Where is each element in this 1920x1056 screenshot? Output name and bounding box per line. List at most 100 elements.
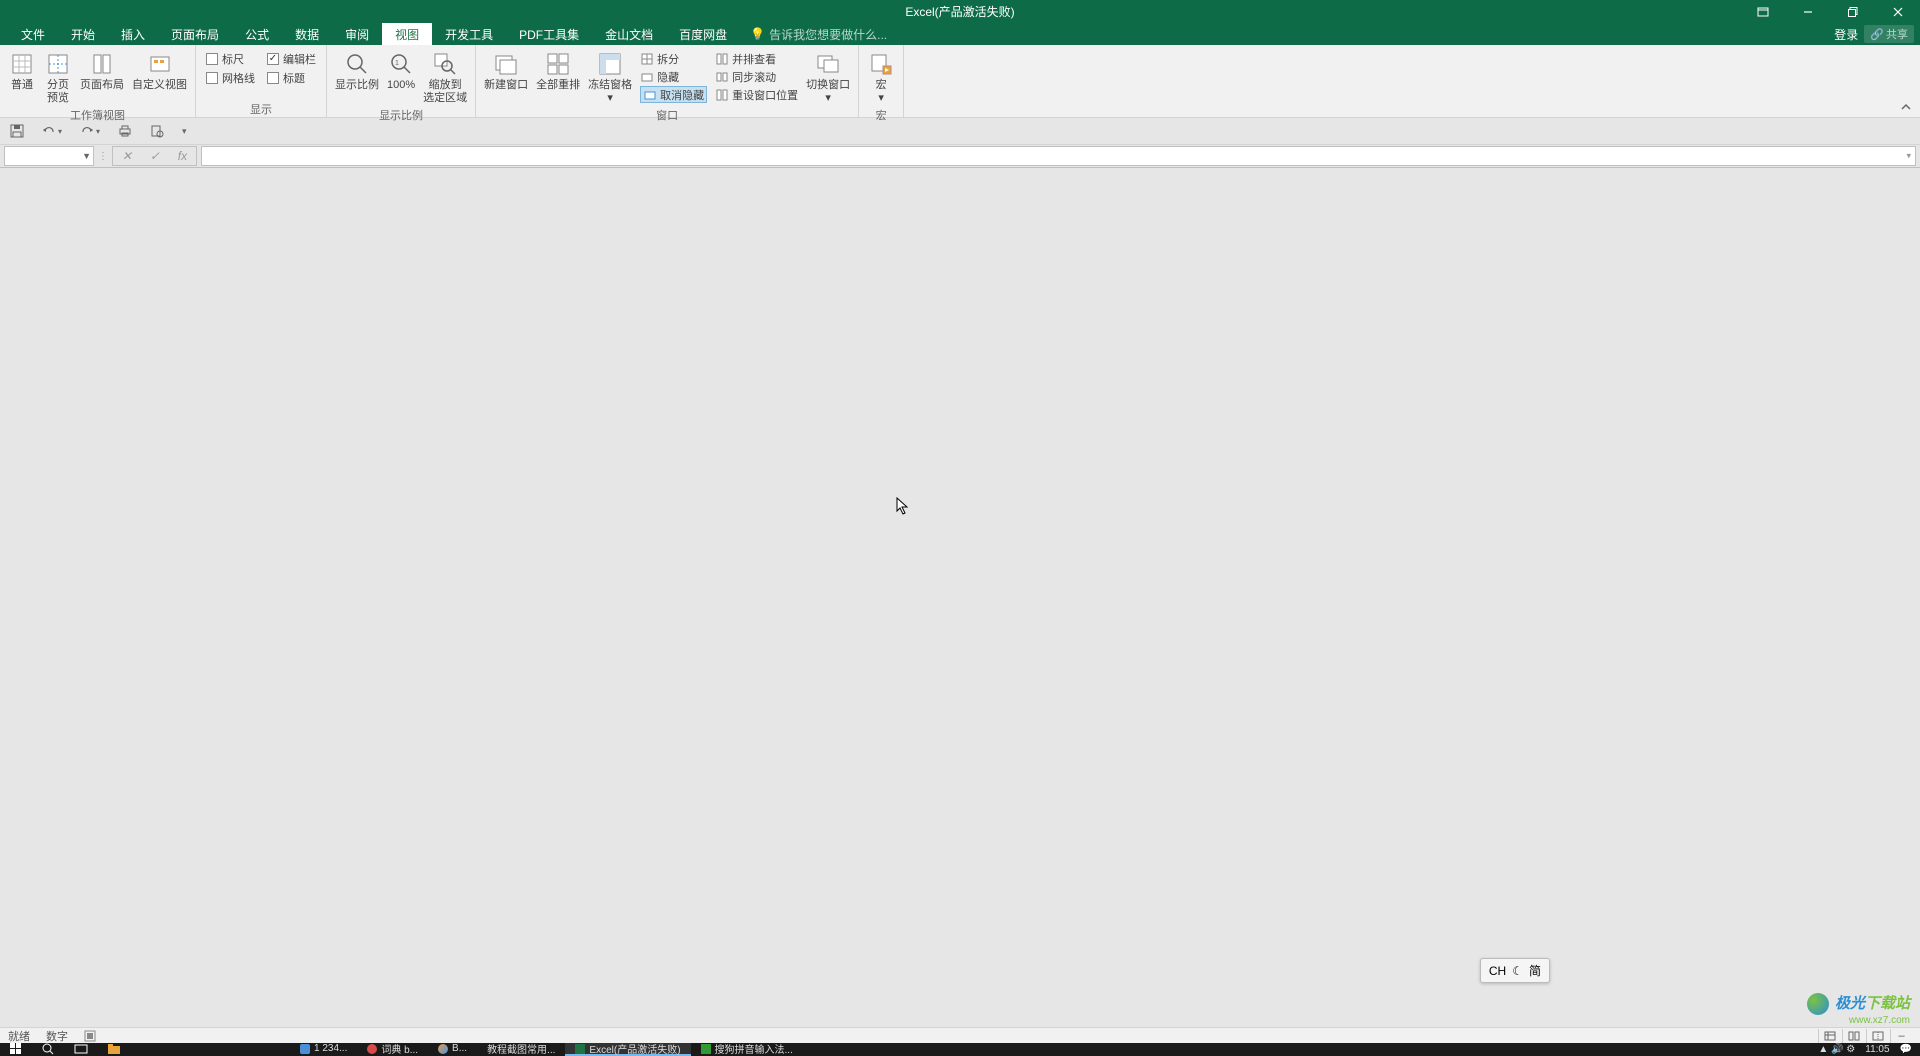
btn-zoom-selection[interactable]: 缩放到 选定区域: [419, 48, 471, 107]
close-button[interactable]: [1875, 0, 1920, 23]
zoom-icon: [343, 50, 371, 78]
zoomsel-icon: [431, 50, 459, 78]
btn-pagelayout-view[interactable]: 页面布局: [76, 48, 128, 94]
quickprint-button[interactable]: [118, 124, 132, 138]
tab-review[interactable]: 审阅: [332, 23, 382, 45]
tab-developer[interactable]: 开发工具: [432, 23, 506, 45]
tell-me[interactable]: 💡 告诉我您想要做什么...: [740, 23, 887, 45]
macro-icon: [867, 50, 895, 78]
tab-jinshan[interactable]: 金山文档: [592, 23, 666, 45]
btn-arrange-all[interactable]: 全部重排: [532, 48, 584, 94]
chk-gridlines[interactable]: 网格线: [206, 70, 255, 86]
customize-qat[interactable]: ▾: [182, 126, 187, 137]
task-excel-label: Excel(产品激活失败): [589, 1043, 680, 1056]
chevron-down-icon: ▾: [96, 127, 100, 136]
name-box[interactable]: ▼: [4, 146, 94, 166]
btn-hide[interactable]: 隐藏: [640, 68, 707, 85]
checkbox-checked-icon: [267, 53, 279, 65]
btn-zoom-100[interactable]: 1 100%: [383, 48, 419, 94]
customview-icon: [146, 50, 174, 78]
btn-zoom[interactable]: 显示比例: [331, 48, 383, 94]
macro-record-icon[interactable]: [84, 1030, 96, 1042]
share-button[interactable]: 🔗 共享: [1864, 25, 1914, 43]
tab-view[interactable]: 视图: [382, 23, 432, 45]
tab-pdftools[interactable]: PDF工具集: [506, 23, 592, 45]
notifications-button[interactable]: 💬: [1900, 1044, 1912, 1055]
tray-icons[interactable]: ▲ 🔊 ⚙: [1818, 1044, 1855, 1055]
task-app2[interactable]: 词典 b...: [357, 1043, 428, 1056]
freeze-icon: [596, 50, 624, 78]
chk-ruler[interactable]: 标尺: [206, 51, 255, 67]
undo-button[interactable]: ▾: [42, 124, 62, 138]
task-app6[interactable]: 搜狗拼音输入法...: [691, 1043, 803, 1056]
btn-normal-view[interactable]: 普通: [4, 48, 40, 94]
checkbox-icon: [206, 53, 218, 65]
window-controls: [1740, 0, 1920, 23]
ribbon: 普通 分页 预览 页面布局 自定义视图 工作簿视图 标尺 网格线: [0, 45, 1920, 118]
chk-headings[interactable]: 标题: [267, 70, 316, 86]
start-button[interactable]: [0, 1043, 32, 1056]
restore-button[interactable]: [1830, 0, 1875, 23]
chk-formulabar[interactable]: 编辑栏: [267, 51, 316, 67]
tab-baidu[interactable]: 百度网盘: [666, 23, 740, 45]
login-link[interactable]: 登录: [1834, 26, 1858, 43]
btn-sidebyside[interactable]: 并排查看: [715, 50, 798, 67]
minimize-button[interactable]: [1785, 0, 1830, 23]
group-show: 标尺 网格线 编辑栏 标题 显示: [196, 45, 327, 117]
freeze-label: 冻结窗格: [588, 79, 632, 92]
btn-switch-window[interactable]: 切换窗口 ▾: [802, 48, 854, 107]
btn-custom-view[interactable]: 自定义视图: [128, 48, 191, 94]
ruler-label: 标尺: [222, 51, 244, 67]
explorer-button[interactable]: [98, 1043, 130, 1056]
view-pagelayout-button[interactable]: [1842, 1029, 1864, 1043]
cancel-formula-button[interactable]: ✕: [118, 149, 136, 163]
tab-data[interactable]: 数据: [282, 23, 332, 45]
taskbar: 1 234... 词典 b... B... 教程截图常用... Excel(产品…: [0, 1043, 1920, 1056]
collapse-ribbon[interactable]: [1900, 101, 1912, 113]
redo-button[interactable]: ▾: [80, 124, 100, 138]
title-bar: Excel(产品激活失败): [0, 0, 1920, 23]
save-button[interactable]: [10, 124, 24, 138]
task-excel[interactable]: Excel(产品激活失败): [565, 1043, 690, 1056]
ribbon-display-options[interactable]: [1740, 0, 1785, 23]
taskview-button[interactable]: [64, 1043, 98, 1056]
tab-pagelayout[interactable]: 页面布局: [158, 23, 232, 45]
task-app3[interactable]: B...: [428, 1043, 477, 1056]
btn-syncscroll[interactable]: 同步滚动: [715, 68, 798, 85]
ime-lang: CH: [1489, 964, 1506, 978]
chevron-down-icon: ▼: [82, 151, 91, 161]
expand-formulabar-icon[interactable]: ▾: [1906, 151, 1911, 162]
btn-macro[interactable]: 宏 ▾: [863, 48, 899, 107]
share-icon: 🔗: [1870, 28, 1884, 41]
pagebreak-l1: 分页: [47, 79, 69, 92]
view-normal-button[interactable]: [1818, 1029, 1840, 1043]
btn-freeze-panes[interactable]: 冻结窗格 ▾: [584, 48, 636, 107]
btn-pagebreak-preview[interactable]: 分页 预览: [40, 48, 76, 107]
view-pagebreak-button[interactable]: [1866, 1029, 1888, 1043]
tab-insert[interactable]: 插入: [108, 23, 158, 45]
lightbulb-icon: 💡: [750, 27, 765, 41]
accept-formula-button[interactable]: ✓: [146, 149, 164, 163]
btn-new-window[interactable]: 新建窗口: [480, 48, 532, 94]
task-app4[interactable]: 教程截图常用...: [477, 1043, 565, 1056]
tab-home[interactable]: 开始: [58, 23, 108, 45]
worksheet-area: [0, 168, 1920, 1027]
zoom-out-button[interactable]: –: [1890, 1029, 1912, 1043]
btn-split[interactable]: 拆分: [640, 50, 707, 67]
printpreview-button[interactable]: [150, 124, 164, 138]
normal-view-icon: [8, 50, 36, 78]
tab-file[interactable]: 文件: [8, 23, 58, 45]
chevron-down-icon: ▾: [878, 92, 884, 105]
search-button[interactable]: [32, 1043, 64, 1056]
wm-text-a: 极光: [1835, 995, 1865, 1012]
ime-indicator[interactable]: CH ☾ 简: [1480, 958, 1550, 983]
insert-function-button[interactable]: fx: [174, 149, 191, 163]
task-app1[interactable]: 1 234...: [290, 1043, 357, 1056]
wm-text-b: 下载站: [1865, 995, 1910, 1012]
ime-mode: 简: [1529, 962, 1541, 979]
zoomsel-l2: 选定区域: [423, 92, 467, 105]
tab-formulas[interactable]: 公式: [232, 23, 282, 45]
formula-input[interactable]: ▾: [201, 146, 1916, 166]
btn-unhide[interactable]: 取消隐藏: [640, 86, 707, 103]
btn-resetpos[interactable]: 重设窗口位置: [715, 86, 798, 103]
